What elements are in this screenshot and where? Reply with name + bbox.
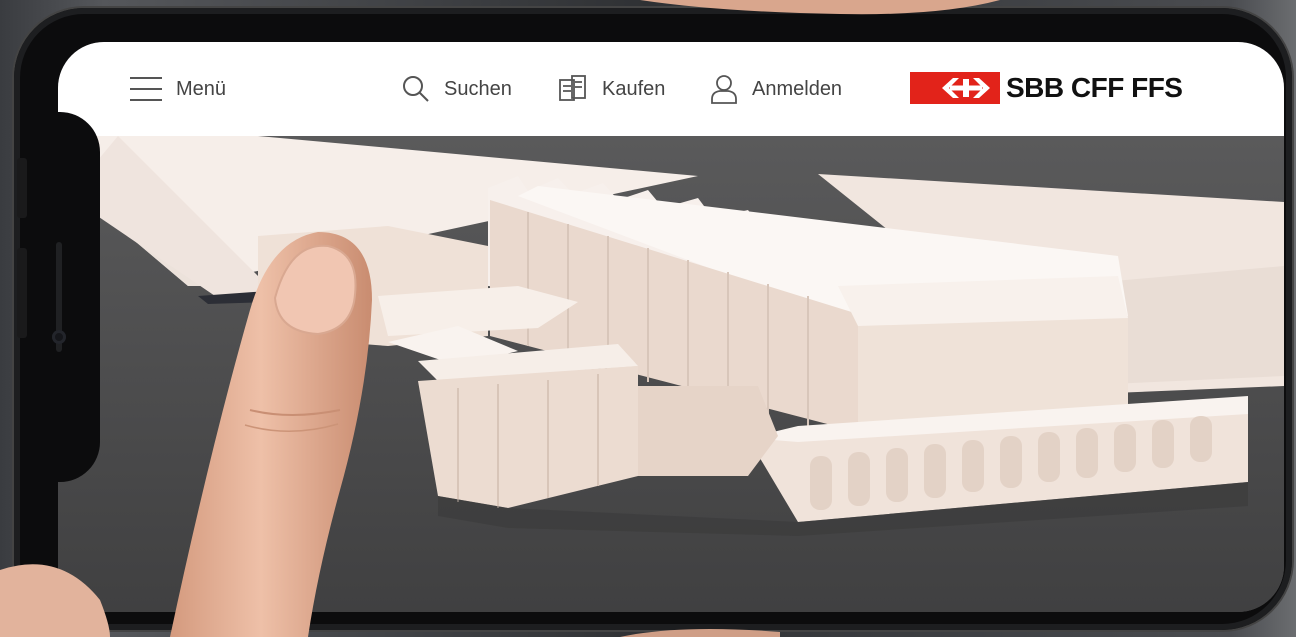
phone-notch (32, 112, 100, 482)
search-label: Suchen (444, 77, 512, 100)
buy-label: Kaufen (602, 77, 666, 100)
brand-name: SBB CFF FFS (1006, 72, 1183, 103)
menu-label: Menü (176, 77, 227, 100)
login-button[interactable]: Anmelden (710, 42, 842, 136)
holding-hand (640, 0, 1000, 15)
login-label: Anmelden (752, 77, 843, 100)
top-navigation-bar: Menü Suchen Kaufen Anmelden SBB CFF FFS (58, 42, 1284, 136)
phone-side-button (17, 248, 27, 338)
user-icon (710, 74, 738, 104)
menu-button[interactable]: Menü (130, 42, 226, 136)
hamburger-icon (130, 75, 162, 103)
station-3d-model (58, 136, 1284, 612)
phone-frame: Menü Suchen Kaufen Anmelden SBB CFF FFS (14, 8, 1292, 630)
phone-camera (52, 330, 66, 344)
holding-hand (620, 628, 780, 637)
ticket-icon (558, 74, 588, 104)
station-3d-view[interactable] (58, 136, 1284, 612)
search-button[interactable]: Suchen (402, 42, 512, 136)
buy-button[interactable]: Kaufen (558, 42, 665, 136)
app-screen: Menü Suchen Kaufen Anmelden SBB CFF FFS (58, 42, 1284, 612)
sbb-logo[interactable]: SBB CFF FFS (910, 72, 1183, 104)
search-icon (402, 75, 430, 103)
sbb-flag-icon (910, 72, 1000, 104)
phone-side-button (17, 158, 27, 218)
